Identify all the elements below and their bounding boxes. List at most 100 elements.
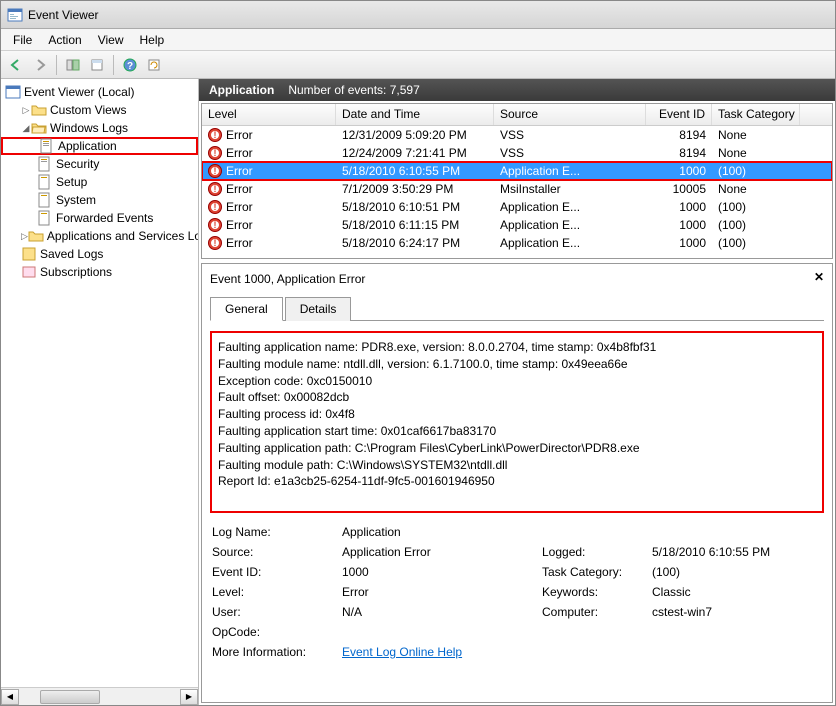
- meta-user-label: User:: [212, 605, 342, 619]
- cell-date: 5/18/2010 6:11:15 PM: [336, 218, 494, 232]
- tree-application[interactable]: Application: [1, 137, 198, 155]
- menu-action[interactable]: Action: [40, 31, 89, 49]
- events-header: Level Date and Time Source Event ID Task…: [202, 104, 832, 126]
- details-title: Event 1000, Application Error: [210, 272, 824, 286]
- main-header: Application Number of events: 7,597: [199, 79, 835, 101]
- menu-help[interactable]: Help: [132, 31, 173, 49]
- event-row[interactable]: !Error7/1/2009 3:50:29 PMMsiInstaller100…: [202, 180, 832, 198]
- fault-line: Faulting application name: PDR8.exe, ver…: [218, 339, 816, 356]
- cell-date: 5/18/2010 6:10:55 PM: [336, 164, 494, 178]
- main-pane: Application Number of events: 7,597 Leve…: [199, 79, 835, 705]
- tree-label: Security: [56, 157, 99, 171]
- moreinfo-link[interactable]: Event Log Online Help: [342, 645, 462, 659]
- sidebar-hscroll[interactable]: ◀ ▶: [1, 687, 198, 705]
- meta-level-label: Level:: [212, 585, 342, 599]
- expander-icon[interactable]: ▷: [21, 105, 31, 116]
- tree-system[interactable]: System: [1, 191, 198, 209]
- tree-root[interactable]: Event Viewer (Local): [1, 83, 198, 101]
- meta-opcode-label: OpCode:: [212, 625, 342, 639]
- expander-icon[interactable]: ◢: [21, 123, 31, 134]
- show-hide-button[interactable]: [62, 54, 84, 76]
- col-task[interactable]: Task Category: [712, 104, 800, 125]
- log-icon: [37, 192, 53, 208]
- meta-task-value: (100): [652, 565, 832, 579]
- cell-task: (100): [712, 164, 800, 178]
- event-row[interactable]: !Error5/18/2010 6:10:51 PMApplication E.…: [202, 198, 832, 216]
- events-body[interactable]: !Error12/31/2009 5:09:20 PMVSS8194None!E…: [202, 126, 832, 258]
- tree-windows-logs[interactable]: ◢ Windows Logs: [1, 119, 198, 137]
- meta-logged-label: Logged:: [542, 545, 652, 559]
- meta-logname-label: Log Name:: [212, 525, 342, 539]
- tree-security[interactable]: Security: [1, 155, 198, 173]
- col-level[interactable]: Level: [202, 104, 336, 125]
- tree-saved-logs[interactable]: Saved Logs: [1, 245, 198, 263]
- meta-logname-value: Application: [342, 525, 542, 539]
- cell-source: VSS: [494, 128, 646, 142]
- event-row[interactable]: !Error12/31/2009 5:09:20 PMVSS8194None: [202, 126, 832, 144]
- forward-button[interactable]: [29, 54, 51, 76]
- tab-general[interactable]: General: [210, 297, 283, 321]
- scroll-left-arrow[interactable]: ◀: [1, 689, 19, 705]
- tree-setup[interactable]: Setup: [1, 173, 198, 191]
- tab-details[interactable]: Details: [285, 297, 352, 321]
- properties-button[interactable]: [86, 54, 108, 76]
- cell-eventid: 1000: [646, 218, 712, 232]
- menu-view[interactable]: View: [90, 31, 132, 49]
- events-list: Level Date and Time Source Event ID Task…: [201, 103, 833, 259]
- col-date[interactable]: Date and Time: [336, 104, 494, 125]
- meta-keywords-value: Classic: [652, 585, 832, 599]
- tree-label: Subscriptions: [40, 265, 112, 279]
- sidebar: Event Viewer (Local) ▷ Custom Views ◢ Wi…: [1, 79, 199, 705]
- event-row[interactable]: !Error5/18/2010 6:10:55 PMApplication E.…: [202, 162, 832, 180]
- tree-label: Event Viewer (Local): [24, 85, 135, 99]
- scroll-right-arrow[interactable]: ▶: [180, 689, 198, 705]
- tree-apps-services[interactable]: ▷ Applications and Services Logs: [1, 227, 198, 245]
- meta-logged-value: 5/18/2010 6:10:55 PM: [652, 545, 832, 559]
- col-eventid[interactable]: Event ID: [646, 104, 712, 125]
- meta-computer-value: cstest-win7: [652, 605, 832, 619]
- help-button[interactable]: ?: [119, 54, 141, 76]
- fault-line: Exception code: 0xc0150010: [218, 373, 816, 390]
- cell-eventid: 8194: [646, 146, 712, 160]
- cell-task: (100): [712, 236, 800, 250]
- tree-label: System: [56, 193, 96, 207]
- expander-icon[interactable]: ▷: [21, 231, 28, 242]
- tree-subscriptions[interactable]: Subscriptions: [1, 263, 198, 281]
- svg-text:!: !: [214, 148, 217, 158]
- cell-task: None: [712, 128, 800, 142]
- fault-text: Faulting application name: PDR8.exe, ver…: [210, 331, 824, 513]
- window-title: Event Viewer: [28, 8, 98, 22]
- saved-icon: [21, 246, 37, 262]
- svg-text:!: !: [214, 238, 217, 248]
- close-icon[interactable]: ✕: [812, 270, 826, 284]
- cell-task: (100): [712, 218, 800, 232]
- col-source[interactable]: Source: [494, 104, 646, 125]
- scroll-thumb[interactable]: [40, 690, 100, 704]
- menu-file[interactable]: File: [5, 31, 40, 49]
- back-button[interactable]: [5, 54, 27, 76]
- tree-label: Custom Views: [50, 103, 126, 117]
- cell-source: VSS: [494, 146, 646, 160]
- meta-user-value: N/A: [342, 605, 542, 619]
- svg-text:?: ?: [127, 61, 133, 72]
- tree: Event Viewer (Local) ▷ Custom Views ◢ Wi…: [1, 79, 198, 687]
- cell-level: !Error: [202, 200, 336, 214]
- subscription-icon: [21, 264, 37, 280]
- tree-custom-views[interactable]: ▷ Custom Views: [1, 101, 198, 119]
- tree-label: Application: [58, 139, 117, 153]
- event-row[interactable]: !Error5/18/2010 6:11:15 PMApplication E.…: [202, 216, 832, 234]
- meta-eventid-value: 1000: [342, 565, 542, 579]
- details-pane: ✕ Event 1000, Application Error General …: [201, 263, 833, 703]
- svg-text:!: !: [214, 220, 217, 230]
- meta-moreinfo-label: More Information:: [212, 645, 342, 659]
- log-icon: [39, 138, 55, 154]
- tree-forwarded[interactable]: Forwarded Events: [1, 209, 198, 227]
- cell-eventid: 1000: [646, 236, 712, 250]
- meta-task-label: Task Category:: [542, 565, 652, 579]
- fault-line: Fault offset: 0x00082dcb: [218, 389, 816, 406]
- cell-date: 5/18/2010 6:10:51 PM: [336, 200, 494, 214]
- refresh-button[interactable]: [143, 54, 165, 76]
- meta-level-value: Error: [342, 585, 542, 599]
- event-row[interactable]: !Error5/18/2010 6:24:17 PMApplication E.…: [202, 234, 832, 252]
- event-row[interactable]: !Error12/24/2009 7:21:41 PMVSS8194None: [202, 144, 832, 162]
